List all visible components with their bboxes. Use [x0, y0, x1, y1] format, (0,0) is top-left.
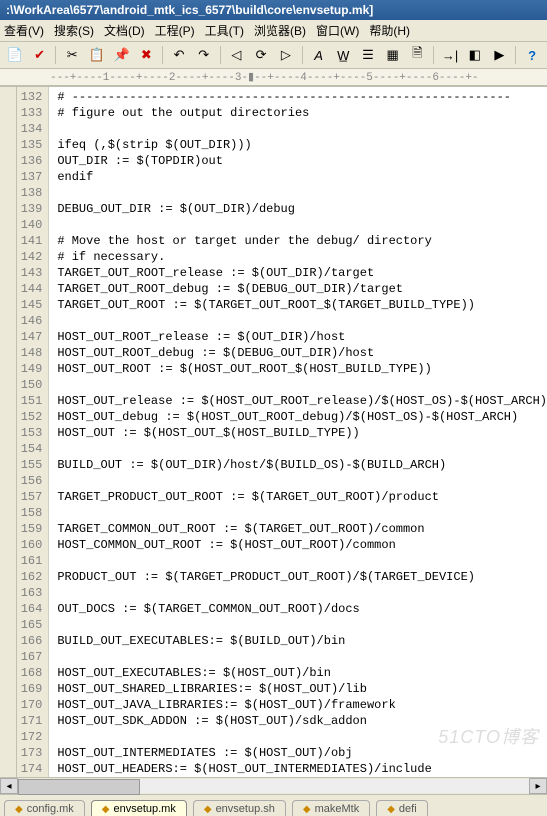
- goto-icon[interactable]: →|: [439, 44, 461, 66]
- copy-icon[interactable]: 📋: [86, 44, 108, 66]
- nav-fwd-icon[interactable]: ▷: [275, 44, 297, 66]
- toolbar-separator: [220, 46, 221, 64]
- modified-dot-icon: ◆: [204, 804, 212, 815]
- left-gutter: [0, 87, 17, 777]
- redo-icon[interactable]: ↷: [193, 44, 215, 66]
- menu-window[interactable]: 窗口(W): [316, 22, 359, 39]
- refresh-icon[interactable]: ⟳: [250, 44, 272, 66]
- preview-icon[interactable]: 🗎: [406, 44, 428, 66]
- menu-search[interactable]: 搜索(S): [54, 22, 94, 39]
- bookmark-icon[interactable]: ◧: [464, 44, 486, 66]
- editor-area: 132 133 134 135 136 137 138 139 140 141 …: [0, 86, 547, 777]
- toolbar: 📄 ✔ ✂ 📋 📌 ✖ ↶ ↷ ◁ ⟳ ▷ A W̲ ☰ ▦ 🗎 →| ◧ ▶ …: [0, 42, 547, 69]
- horizontal-scrollbar[interactable]: ◂ ▸: [0, 777, 547, 794]
- document-tabs: ◆config.mk◆envsetup.mk◆envsetup.sh◆makeM…: [0, 794, 547, 816]
- toolbar-separator: [515, 46, 516, 64]
- code-lines[interactable]: # --------------------------------------…: [49, 87, 547, 777]
- tab-config-mk[interactable]: ◆ config.mk: [4, 800, 85, 816]
- menu-tools[interactable]: 工具(T): [205, 22, 244, 39]
- paste-icon[interactable]: 📌: [111, 44, 133, 66]
- scroll-track[interactable]: [18, 779, 529, 793]
- code-editor[interactable]: 132 133 134 135 136 137 138 139 140 141 …: [17, 87, 547, 777]
- run-icon[interactable]: ▶: [489, 44, 511, 66]
- modified-dot-icon: ◆: [102, 804, 110, 815]
- modified-dot-icon: ◆: [303, 804, 311, 815]
- tab-makeMtk[interactable]: ◆ makeMtk: [292, 800, 370, 816]
- menu-view[interactable]: 查看(V): [4, 22, 44, 39]
- font-italic-icon[interactable]: A: [308, 44, 330, 66]
- tab-label: defi: [399, 803, 417, 815]
- menu-browser[interactable]: 浏览器(B): [254, 22, 306, 39]
- tab-label: envsetup.sh: [216, 803, 275, 815]
- new-icon[interactable]: 📄: [4, 44, 26, 66]
- scroll-left-icon[interactable]: ◂: [0, 778, 18, 794]
- toolbar-separator: [433, 46, 434, 64]
- spellcheck-icon[interactable]: ✔: [29, 44, 51, 66]
- undo-icon[interactable]: ↶: [168, 44, 190, 66]
- menu-doc[interactable]: 文档(D): [104, 22, 145, 39]
- scroll-thumb[interactable]: [18, 779, 140, 795]
- nav-back-icon[interactable]: ◁: [226, 44, 248, 66]
- tab-defi[interactable]: ◆ defi: [376, 800, 427, 816]
- menu-help[interactable]: 帮助(H): [369, 22, 410, 39]
- menu-project[interactable]: 工程(P): [155, 22, 195, 39]
- tab-envsetup-mk[interactable]: ◆envsetup.mk: [91, 800, 187, 816]
- modified-dot-icon: ◆: [15, 804, 23, 815]
- scroll-right-icon[interactable]: ▸: [529, 778, 547, 794]
- tab-label: config.mk: [27, 803, 74, 815]
- line-numbers: 132 133 134 135 136 137 138 139 140 141 …: [17, 87, 49, 777]
- grid-icon[interactable]: ▦: [382, 44, 404, 66]
- tab-envsetup-sh[interactable]: ◆ envsetup.sh: [193, 800, 286, 816]
- help-icon[interactable]: ?: [521, 44, 543, 66]
- word-wrap-icon[interactable]: W̲: [332, 44, 354, 66]
- menu-bar: 查看(V) 搜索(S) 文档(D) 工程(P) 工具(T) 浏览器(B) 窗口(…: [0, 20, 547, 42]
- ruler: ---+----1----+----2----+----3-▮--+----4-…: [0, 69, 547, 86]
- delete-icon[interactable]: ✖: [136, 44, 158, 66]
- toolbar-separator: [302, 46, 303, 64]
- tab-label: makeMtk: [315, 803, 360, 815]
- tab-label: envsetup.mk: [113, 803, 175, 815]
- toolbar-separator: [162, 46, 163, 64]
- toolbar-separator: [55, 46, 56, 64]
- window-title: :\WorkArea\6577\android_mtk_ics_6577\bui…: [0, 0, 547, 20]
- modified-dot-icon: ◆: [387, 804, 395, 815]
- cut-icon[interactable]: ✂: [61, 44, 83, 66]
- settings-icon[interactable]: ☰: [357, 44, 379, 66]
